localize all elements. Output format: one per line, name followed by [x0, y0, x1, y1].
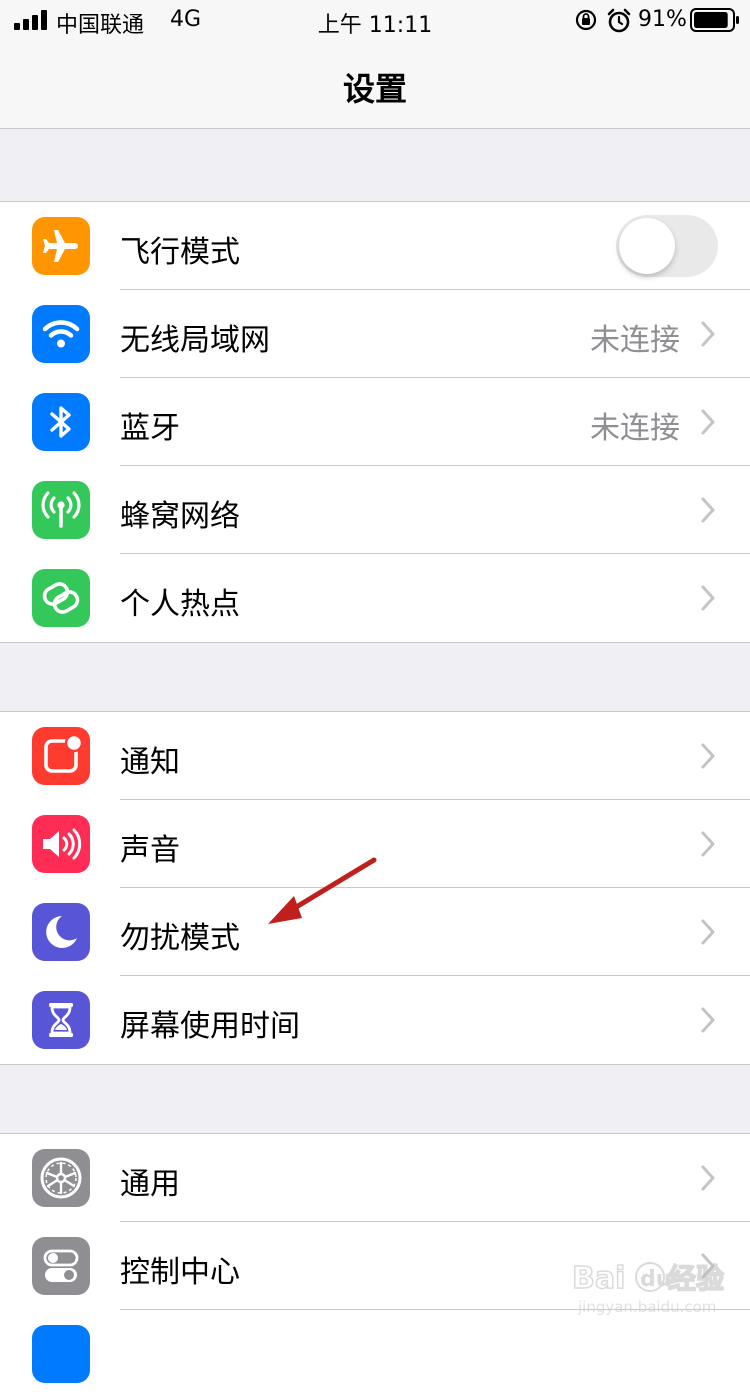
chevron-right-icon [701, 321, 715, 347]
airplane-mode-toggle[interactable] [616, 215, 718, 277]
settings-row-personal-hotspot[interactable]: 个人热点 [0, 554, 750, 642]
toggle-knob [619, 218, 675, 274]
settings-row-label: 声音 [120, 833, 180, 868]
battery-icon [690, 8, 739, 32]
chevron-right-icon [701, 1165, 715, 1191]
hourglass-icon [32, 991, 90, 1049]
wifi-status-value: 未连接 [590, 323, 680, 358]
settings-row-label: 蓝牙 [120, 411, 180, 446]
chevron-right-icon [701, 585, 715, 611]
svg-text:Bai: Bai [572, 1261, 625, 1296]
settings-row-airplane-mode[interactable]: 飞行模式 [0, 202, 750, 290]
chevron-right-icon [701, 743, 715, 769]
battery-percentage: 91% [638, 7, 687, 32]
speaker-icon [32, 815, 90, 873]
gear-icon [32, 1149, 90, 1207]
chevron-right-icon [701, 409, 715, 435]
annotation-arrow [268, 857, 377, 924]
chevron-right-icon [701, 497, 715, 523]
baidu-watermark-logo: Bai du 经验 jingyan.baidu.com [571, 1260, 725, 1316]
settings-row-label: 勿扰模式 [120, 921, 240, 956]
settings-row-label: 飞行模式 [120, 235, 240, 270]
cellular-antenna-icon [32, 481, 90, 539]
bluetooth-status-value: 未连接 [590, 411, 680, 446]
chevron-right-icon [701, 919, 715, 945]
settings-row-cellular[interactable]: 蜂窝网络 [0, 466, 750, 554]
settings-row-label: 屏幕使用时间 [120, 1009, 300, 1044]
svg-text:du: du [640, 1267, 671, 1292]
page-title: 设置 [342, 70, 407, 108]
settings-row-label: 通知 [120, 745, 180, 780]
moon-icon [32, 903, 90, 961]
wifi-icon [32, 305, 90, 363]
airplane-icon [32, 217, 90, 275]
switches-icon [32, 1237, 90, 1295]
chevron-right-icon [701, 831, 715, 857]
settings-row-bluetooth[interactable]: 蓝牙 未连接 [0, 378, 750, 466]
settings-row-notifications[interactable]: 通知 [0, 712, 750, 800]
hotspot-link-icon [32, 569, 90, 627]
navigation-bar: 设置 [0, 40, 750, 129]
settings-row-general[interactable]: 通用 [0, 1134, 750, 1222]
settings-row-label: 蜂窝网络 [120, 499, 240, 534]
svg-text:经验: 经验 [668, 1262, 724, 1295]
notifications-icon [32, 727, 90, 785]
settings-row-wifi[interactable]: 无线局域网 未连接 [0, 290, 750, 378]
status-bar: 中国联通 4G 上午 11:11 91% [0, 0, 750, 40]
settings-row-label: 无线局域网 [120, 323, 270, 358]
settings-row-screen-time[interactable]: 屏幕使用时间 [0, 976, 750, 1064]
settings-row-label: 控制中心 [120, 1255, 240, 1290]
orientation-lock-icon [575, 9, 597, 31]
bluetooth-icon [32, 393, 90, 451]
alarm-clock-icon [607, 8, 631, 33]
svg-text:jingyan.baidu.com: jingyan.baidu.com [577, 1298, 716, 1316]
settings-row-display[interactable] [0, 1310, 750, 1398]
settings-row-label: 通用 [120, 1167, 180, 1202]
settings-row-label: 个人热点 [120, 587, 240, 622]
chevron-right-icon [701, 1007, 715, 1033]
settings-group-connectivity: 飞行模式 无线局域网 未连接 蓝牙 未连接 蜂窝网络 个人热点 [0, 201, 750, 643]
